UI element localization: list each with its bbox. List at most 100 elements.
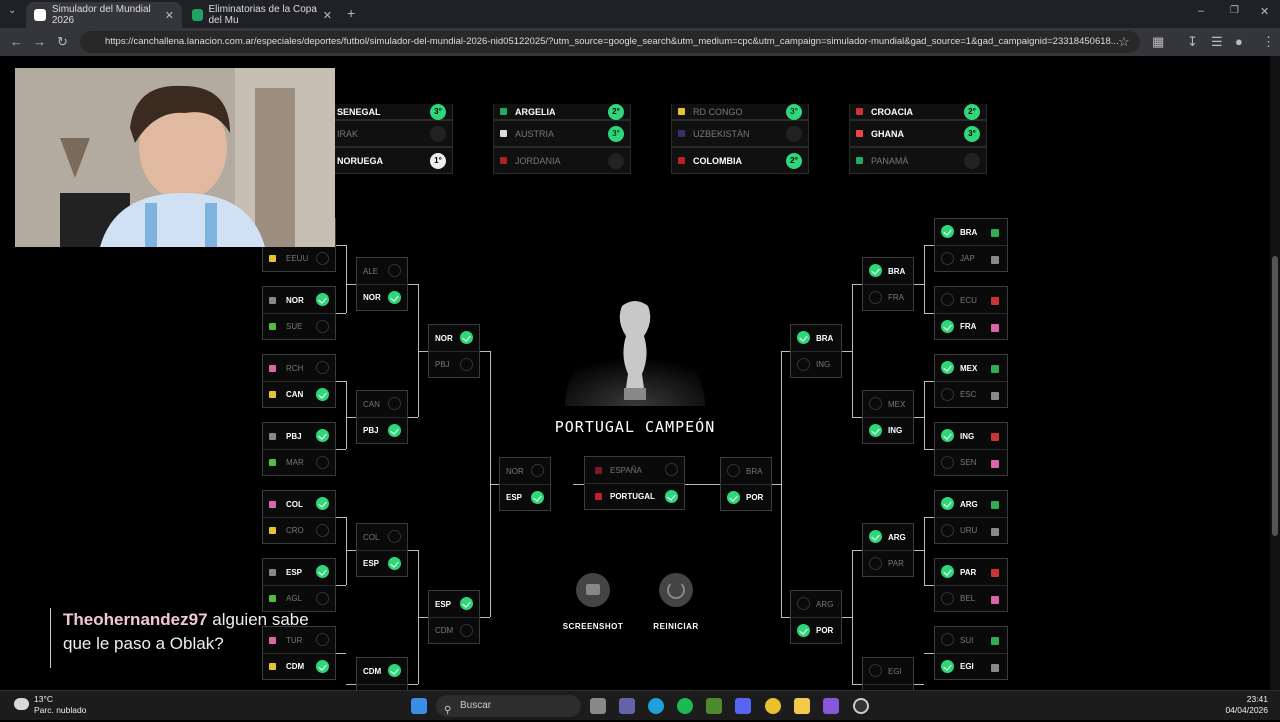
match-team-row[interactable]: RCH xyxy=(263,355,335,381)
match-team-row[interactable]: PAR xyxy=(935,559,1007,585)
edge-icon[interactable] xyxy=(648,698,664,714)
match-team-row[interactable]: EGI xyxy=(935,653,1007,679)
back-icon[interactable]: ← xyxy=(10,34,23,49)
match-team-row[interactable]: FRA xyxy=(935,313,1007,339)
match-team-row[interactable]: ECU xyxy=(935,287,1007,313)
reload-icon[interactable]: ↻ xyxy=(57,34,68,50)
match-team-row[interactable]: ING xyxy=(935,423,1007,449)
match-team-row[interactable]: BRA xyxy=(721,458,771,484)
match-team-row[interactable]: MAR xyxy=(263,449,335,475)
match-team-row[interactable]: ESP xyxy=(263,559,335,585)
obs-icon[interactable] xyxy=(853,698,869,714)
match-team-row[interactable]: BRA xyxy=(935,219,1007,245)
match-team-row[interactable]: PAR xyxy=(863,550,913,576)
match-team-row[interactable]: ESP xyxy=(500,484,550,510)
match-team-row[interactable]: SEN xyxy=(935,449,1007,475)
match-team-row[interactable]: ING xyxy=(863,417,913,443)
spotify-icon[interactable] xyxy=(677,698,693,714)
windows-start-icon[interactable] xyxy=(411,698,427,714)
file-explorer-icon[interactable] xyxy=(794,698,810,714)
match-team-row[interactable]: NOR xyxy=(500,458,550,484)
reset-button[interactable]: REINICIAR xyxy=(641,573,711,634)
bookmark-star-icon[interactable]: ☆ xyxy=(1118,34,1130,50)
match-team-row[interactable]: SUE xyxy=(263,313,335,339)
taskbar-search[interactable]: ⚲ Buscar xyxy=(436,695,581,717)
match-team-row[interactable]: ESC xyxy=(935,381,1007,407)
close-tab-icon[interactable]: ✕ xyxy=(165,9,174,22)
match-team-row[interactable]: ING xyxy=(791,351,841,377)
match-team-row[interactable]: ESP xyxy=(357,550,407,576)
group-team-row[interactable]: PANAMÁ xyxy=(849,147,987,174)
match-team-row[interactable]: NOR xyxy=(263,287,335,313)
match-team-row[interactable]: EGI xyxy=(863,658,913,684)
group-team-row[interactable]: JORDANIA xyxy=(493,147,631,174)
match-team-row[interactable]: POR xyxy=(721,484,771,510)
group-team-row[interactable]: GHANA 3° xyxy=(849,120,987,147)
match-team-row[interactable]: ARG xyxy=(863,524,913,550)
group-team-row[interactable]: UZBEKISTÁN xyxy=(671,120,809,147)
menu-icon[interactable]: ⋮ xyxy=(1262,34,1275,50)
match-team-row[interactable]: URU xyxy=(935,517,1007,543)
match-team-row[interactable]: PBJ xyxy=(429,351,479,377)
new-tab-button[interactable]: + xyxy=(347,5,355,21)
tab-simulador[interactable]: Simulador del Mundial 2026 ✕ xyxy=(26,2,182,28)
weather-widget[interactable]: 13°C Parc. nublado xyxy=(14,694,86,716)
match-team-row[interactable]: NOR xyxy=(357,284,407,310)
match-team-row[interactable]: BRA xyxy=(863,258,913,284)
scrollbar-thumb[interactable] xyxy=(1272,256,1278,536)
match-team-row[interactable]: COL xyxy=(263,491,335,517)
address-bar[interactable]: https://canchallena.lanacion.com.ar/espe… xyxy=(80,31,1140,53)
group-team-row[interactable]: AUSTRIA 3° xyxy=(493,120,631,147)
final-team-a[interactable]: ESPAÑA xyxy=(585,457,684,483)
minecraft-icon[interactable] xyxy=(706,698,722,714)
tab-list-icon[interactable]: ⌄ xyxy=(8,5,16,16)
match-team-row[interactable]: CAN xyxy=(263,381,335,407)
match-team-row[interactable]: BRA xyxy=(791,325,841,351)
match-team-row[interactable]: SUI xyxy=(935,627,1007,653)
profile-icon[interactable]: ● xyxy=(1235,34,1243,49)
download-icon[interactable]: ↧ xyxy=(1187,34,1198,50)
match-team-row[interactable]: ARG xyxy=(791,591,841,617)
match-team-row[interactable]: CRO xyxy=(263,517,335,543)
tab-eliminatorias[interactable]: Eliminatorias de la Copa del Mu ✕ xyxy=(184,2,340,28)
group-team-row[interactable]: NORUEGA 1° xyxy=(315,147,453,174)
group-team-row[interactable]: SENEGAL 3° xyxy=(315,103,453,120)
forward-icon[interactable]: → xyxy=(33,34,46,49)
match-team-row[interactable]: BEL xyxy=(935,585,1007,611)
teams-icon[interactable] xyxy=(619,698,635,714)
reading-list-icon[interactable]: ☰ xyxy=(1211,34,1223,50)
close-window-icon[interactable]: ✕ xyxy=(1260,5,1269,18)
match-team-row[interactable]: POR xyxy=(791,617,841,643)
match-team-row[interactable]: JAP xyxy=(935,245,1007,271)
match-team-row[interactable]: PBJ xyxy=(357,417,407,443)
match-team-row[interactable]: CDM xyxy=(357,658,407,684)
extensions-icon[interactable]: ▦ xyxy=(1152,34,1164,50)
visual-studio-icon[interactable] xyxy=(823,698,839,714)
match-team-row[interactable]: EEUU xyxy=(263,245,335,271)
match-team-row[interactable]: NOR xyxy=(429,325,479,351)
match-team-row[interactable]: ESP xyxy=(429,591,479,617)
group-team-row[interactable]: RD CONGO 3° xyxy=(671,103,809,120)
group-team-row[interactable]: ARGELIA 2° xyxy=(493,103,631,120)
discord-icon[interactable] xyxy=(735,698,751,714)
match-team-row[interactable]: ALE xyxy=(357,258,407,284)
group-team-row[interactable]: CROACIA 2° xyxy=(849,103,987,120)
close-tab-icon[interactable]: ✕ xyxy=(323,9,332,22)
final-team-b[interactable]: PORTUGAL xyxy=(585,483,684,509)
chrome-icon[interactable] xyxy=(765,698,781,714)
match-team-row[interactable]: CAN xyxy=(357,391,407,417)
taskbar-clock[interactable]: 23:41 04/04/2026 xyxy=(1225,694,1268,716)
group-team-row[interactable]: COLOMBIA 2° xyxy=(671,147,809,174)
match-team-row[interactable]: ARG xyxy=(935,491,1007,517)
screenshot-button[interactable]: SCREENSHOT xyxy=(558,573,628,634)
match-team-row[interactable]: MEX xyxy=(863,391,913,417)
restore-icon[interactable]: ❐ xyxy=(1230,5,1239,16)
minimize-icon[interactable]: – xyxy=(1198,5,1204,17)
task-view-icon[interactable] xyxy=(590,698,606,714)
group-team-row[interactable]: IRAK xyxy=(315,120,453,147)
match-team-row[interactable]: COL xyxy=(357,524,407,550)
match-team-row[interactable]: PBJ xyxy=(263,423,335,449)
match-team-row[interactable]: FRA xyxy=(863,284,913,310)
page-scrollbar[interactable] xyxy=(1270,56,1280,690)
match-team-row[interactable]: CDM xyxy=(429,617,479,643)
